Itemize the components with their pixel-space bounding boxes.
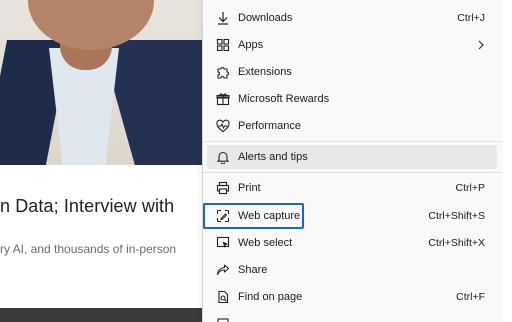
- article-title[interactable]: n Data; Interview with: [0, 196, 174, 217]
- menu-item-label: Share: [238, 264, 268, 276]
- menu-item-label: Find on page: [238, 291, 303, 303]
- menu-icon: [215, 316, 231, 322]
- menu-item-partial[interactable]: [207, 312, 497, 322]
- performance-icon: [215, 118, 231, 134]
- settings-menu: Downloads Ctrl+J Apps Extensions Microso…: [202, 0, 502, 322]
- menu-item-share[interactable]: Share: [207, 258, 497, 282]
- menu-item-label: Web select: [238, 237, 293, 249]
- menu-item-label: Apps: [238, 39, 264, 51]
- menu-divider: [203, 141, 502, 142]
- menu-item-alerts-and-tips[interactable]: Alerts and tips: [207, 145, 497, 169]
- menu-item-shortcut: Ctrl+Shift+X: [428, 237, 485, 249]
- menu-item-label: Extensions: [238, 66, 292, 78]
- page-footer-bar: [0, 308, 212, 322]
- apps-icon: [215, 37, 231, 53]
- menu-item-shortcut: Ctrl+J: [457, 12, 485, 24]
- menu-item-shortcut: Ctrl+P: [455, 182, 485, 194]
- extensions-icon: [215, 64, 231, 80]
- menu-item-print[interactable]: Print Ctrl+P: [207, 176, 497, 200]
- web-capture-highlight: [203, 203, 304, 229]
- menu-divider: [203, 172, 502, 173]
- article-hero-image: [0, 0, 212, 165]
- article-subtitle: ry AI, and thousands of in-person: [0, 242, 177, 256]
- menu-item-label: Microsoft Rewards: [238, 93, 330, 105]
- menu-item-microsoft-rewards[interactable]: Microsoft Rewards: [207, 87, 497, 111]
- menu-item-downloads[interactable]: Downloads Ctrl+J: [207, 6, 497, 30]
- menu-item-label: Print: [238, 182, 261, 194]
- rewards-icon: [215, 91, 231, 107]
- menu-item-apps[interactable]: Apps: [207, 33, 497, 57]
- web-select-icon: [215, 235, 231, 251]
- share-icon: [215, 262, 231, 278]
- bell-icon: [215, 149, 231, 165]
- menu-item-label: Alerts and tips: [238, 151, 308, 163]
- find-icon: [215, 289, 231, 305]
- menu-item-find-on-page[interactable]: Find on page Ctrl+F: [207, 285, 497, 309]
- print-icon: [215, 180, 231, 196]
- menu-item-label: Downloads: [238, 12, 293, 24]
- menu-item-shortcut: Ctrl+F: [456, 291, 485, 303]
- menu-item-web-select[interactable]: Web select Ctrl+Shift+X: [207, 231, 497, 255]
- download-icon: [215, 10, 231, 26]
- menu-item-label: Performance: [238, 120, 301, 132]
- menu-item-extensions[interactable]: Extensions: [207, 60, 497, 84]
- menu-item-performance[interactable]: Performance: [207, 114, 497, 138]
- menu-item-shortcut: Ctrl+Shift+S: [428, 210, 485, 222]
- chevron-right-icon: [475, 39, 487, 51]
